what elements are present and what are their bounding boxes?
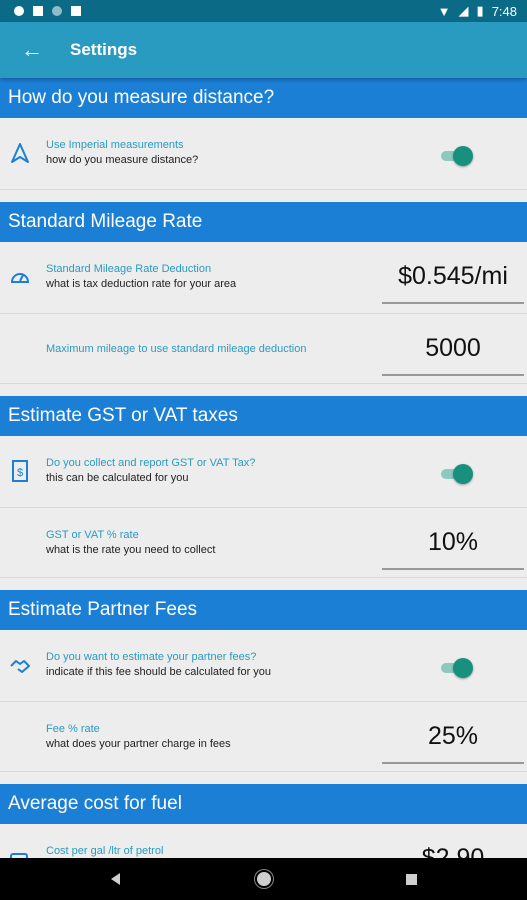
setting-row-max-mileage[interactable]: Maximum mileage to use standard mileage … xyxy=(0,314,527,384)
triangle-back-icon xyxy=(111,873,120,885)
setting-title: Do you collect and report GST or VAT Tax… xyxy=(46,457,256,469)
setting-title: Use Imperial measurements xyxy=(46,139,184,151)
status-time: 7:48 xyxy=(491,3,517,19)
navigation-arrow-icon xyxy=(8,140,32,166)
signal-icon: ◢ xyxy=(458,3,469,18)
shield-icon xyxy=(14,6,24,16)
setting-row-imperial[interactable]: Use Imperial measurements how do you mea… xyxy=(0,118,527,190)
max-mileage-input[interactable]: 5000 xyxy=(382,322,524,376)
setting-subtitle: what does your partner charge in fees xyxy=(46,738,231,750)
setting-title: Fee % rate xyxy=(46,723,100,735)
wifi-icon: ▼ xyxy=(437,3,451,19)
back-arrow-icon[interactable]: ← xyxy=(0,22,64,78)
sync-icon xyxy=(52,6,62,16)
speedometer-icon xyxy=(8,264,32,290)
fee-rate-input[interactable]: 25% xyxy=(382,710,524,764)
section-header-gst-vat: Estimate GST or VAT taxes xyxy=(0,396,527,436)
setting-title: Maximum mileage to use standard mileage … xyxy=(46,343,307,355)
section-header-fuel: Average cost for fuel xyxy=(0,784,527,824)
settings-list[interactable]: How do you measure distance? Use Imperia… xyxy=(0,78,527,858)
setting-subtitle: what is tax deduction rate for your area xyxy=(46,278,237,290)
system-nav-bar xyxy=(0,858,527,900)
sd-card-icon xyxy=(71,6,81,16)
setting-row-gst-rate[interactable]: GST or VAT % rate what is the rate you n… xyxy=(0,508,527,578)
receipt-dollar-icon: $ xyxy=(8,458,32,484)
setting-row-mileage-rate[interactable]: Standard Mileage Rate Deduction what is … xyxy=(0,242,527,314)
svg-text:$: $ xyxy=(17,467,23,479)
nav-back-button[interactable] xyxy=(102,865,130,893)
notification-icons xyxy=(14,6,81,16)
section-header-distance: How do you measure distance? xyxy=(0,78,527,118)
partner-fees-toggle[interactable] xyxy=(441,658,473,678)
mileage-rate-input[interactable]: $0.545/mi xyxy=(382,250,524,304)
setting-row-partner-fees[interactable]: Do you want to estimate your partner fee… xyxy=(0,630,527,702)
page-title: Settings xyxy=(70,40,138,59)
fuel-icon xyxy=(8,846,32,858)
setting-subtitle: indicate if this fee should be calculate… xyxy=(46,666,272,678)
setting-row-fuel-cost[interactable]: Cost per gal /ltr of petrol $2.90 xyxy=(0,824,527,858)
section-header-partner-fees: Estimate Partner Fees xyxy=(0,590,527,630)
imperial-toggle[interactable] xyxy=(441,146,473,166)
nav-home-button[interactable] xyxy=(250,865,278,893)
setting-title: Cost per gal /ltr of petrol xyxy=(46,845,164,857)
setting-title: GST or VAT % rate xyxy=(46,529,139,541)
setting-row-fee-rate[interactable]: Fee % rate what does your partner charge… xyxy=(0,702,527,772)
battery-icon: ▮ xyxy=(476,3,484,18)
handshake-icon xyxy=(8,652,32,678)
square-recents-icon xyxy=(406,873,417,885)
square-notification-icon xyxy=(33,6,43,16)
status-bar: ▼ ◢ ▮ 7:48 xyxy=(0,0,527,22)
setting-subtitle: what is the rate you need to collect xyxy=(46,544,216,556)
section-header-mileage: Standard Mileage Rate xyxy=(0,202,527,242)
gst-vat-toggle[interactable] xyxy=(441,464,473,484)
setting-row-gst-vat[interactable]: $ Do you collect and report GST or VAT T… xyxy=(0,436,527,508)
setting-subtitle: how do you measure distance? xyxy=(46,154,199,166)
circle-home-icon xyxy=(256,872,271,886)
system-icons: ▼ ◢ ▮ 7:48 xyxy=(438,3,517,19)
gst-rate-input[interactable]: 10% xyxy=(382,516,524,570)
setting-subtitle: this can be calculated for you xyxy=(46,472,189,484)
fuel-cost-input[interactable]: $2.90 xyxy=(382,832,524,859)
setting-title: Do you want to estimate your partner fee… xyxy=(46,651,257,663)
nav-recents-button[interactable] xyxy=(398,865,426,893)
app-bar: ← Settings xyxy=(0,22,527,78)
setting-title: Standard Mileage Rate Deduction xyxy=(46,263,212,275)
